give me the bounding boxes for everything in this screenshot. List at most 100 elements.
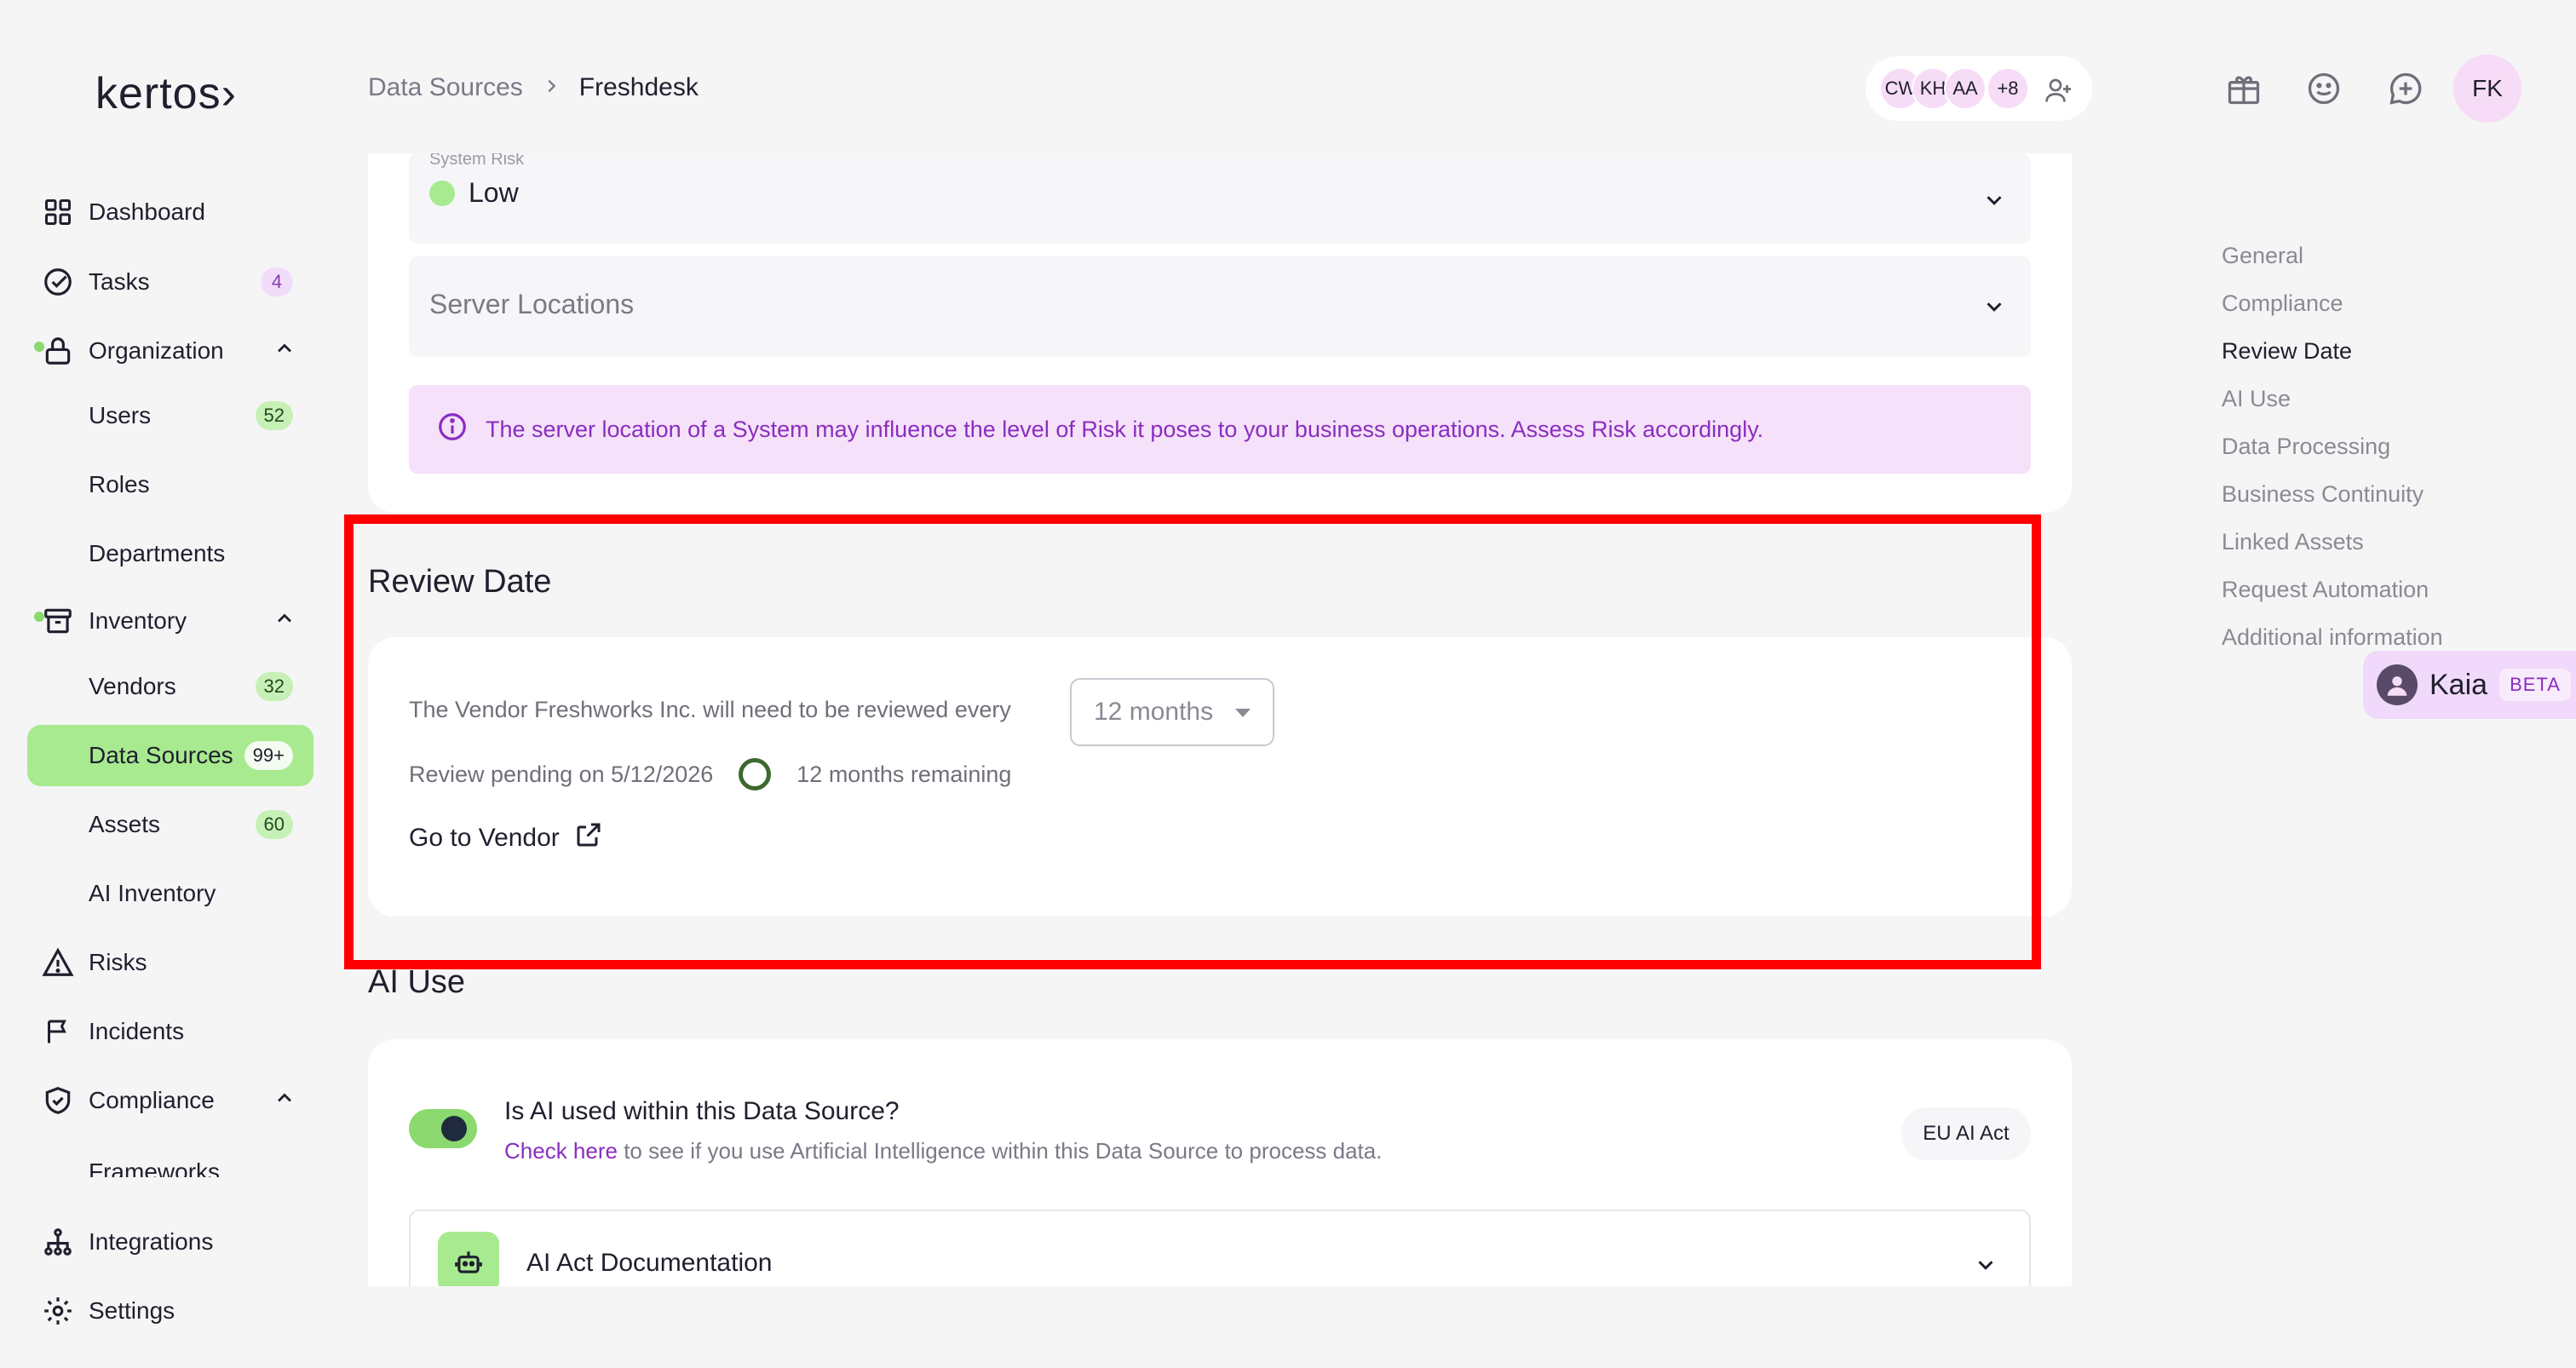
- sidebar-item-incidents[interactable]: Incidents: [27, 1001, 313, 1062]
- warning-triangle-icon: [27, 946, 89, 979]
- shield-check-icon: [27, 1084, 89, 1117]
- anchor-compliance[interactable]: Compliance: [2222, 279, 2443, 327]
- server-locations-select[interactable]: Server Locations: [409, 256, 2031, 357]
- sidebar-item-label: Tasks: [89, 268, 150, 295]
- info-banner-text: The server location of a System may infl…: [486, 416, 1764, 442]
- sidebar-item-label: AI Inventory: [89, 880, 216, 906]
- hierarchy-icon: [27, 1226, 89, 1258]
- gear-icon: [27, 1295, 89, 1327]
- check-here-link[interactable]: Check here: [504, 1138, 618, 1164]
- risk-level-dot: [429, 180, 455, 206]
- system-risk-label: System Risk: [429, 153, 525, 169]
- sidebar-item-users[interactable]: Users 52: [27, 385, 313, 446]
- toggle-knob: [441, 1116, 467, 1141]
- sidebar-item-label: Frameworks: [89, 1158, 221, 1177]
- avatar[interactable]: AA: [1944, 67, 1987, 110]
- sidebar-item-label: Departments: [89, 540, 226, 566]
- archive-box-icon: [27, 605, 89, 637]
- sidebar-item-label: Data Sources: [89, 742, 233, 768]
- breadcrumb-data-sources[interactable]: Data Sources: [368, 73, 523, 102]
- info-icon: [436, 411, 469, 449]
- lock-icon: [27, 335, 89, 367]
- chevron-up-icon[interactable]: [273, 606, 296, 636]
- sidebar-item-roles[interactable]: Roles: [27, 454, 313, 515]
- sidebar-item-compliance[interactable]: Compliance: [27, 1070, 313, 1131]
- risk-level-text: Low: [469, 177, 519, 208]
- sidebar-item-label: Incidents: [89, 1018, 185, 1044]
- kertos-logo[interactable]: kertos›: [95, 68, 237, 119]
- server-location-info-banner: The server location of a System may infl…: [409, 385, 2031, 474]
- eu-ai-act-pill[interactable]: EU AI Act: [1901, 1107, 2031, 1160]
- collaborators-more[interactable]: +8: [1987, 67, 2029, 110]
- chevron-up-icon[interactable]: [273, 1086, 296, 1116]
- chevron-right-icon: [542, 74, 561, 101]
- anchor-request-automation[interactable]: Request Automation: [2222, 566, 2443, 613]
- ai-act-documentation-label: AI Act Documentation: [526, 1249, 773, 1277]
- sidebar-item-tasks[interactable]: Tasks 4: [27, 251, 313, 313]
- system-risk-value: Low: [429, 177, 519, 209]
- sidebar-item-integrations[interactable]: Integrations: [27, 1211, 313, 1273]
- chat-plus-icon[interactable]: [2387, 70, 2424, 112]
- sidebar-item-vendors[interactable]: Vendors 32: [27, 656, 313, 717]
- assets-count-badge: 60: [255, 810, 293, 839]
- ai-used-toggle[interactable]: [409, 1109, 477, 1148]
- ai-used-question: Is AI used within this Data Source?: [504, 1097, 900, 1125]
- sidebar-item-assets[interactable]: Assets 60: [27, 794, 313, 855]
- server-locations-placeholder: Server Locations: [429, 289, 635, 319]
- sidebar-item-label: Compliance: [89, 1087, 215, 1113]
- anchor-business-continuity[interactable]: Business Continuity: [2222, 470, 2443, 518]
- kaia-assistant-button[interactable]: Kaia BETA: [2363, 651, 2576, 719]
- sidebar-item-organization[interactable]: Organization: [27, 320, 313, 382]
- tasks-count-badge: 4: [261, 267, 293, 296]
- sidebar-item-data-sources[interactable]: Data Sources 99+: [27, 725, 313, 786]
- gift-icon[interactable]: [2225, 70, 2263, 112]
- chevron-down-icon[interactable]: [1981, 294, 2007, 324]
- sidebar-item-dashboard[interactable]: Dashboard: [27, 181, 313, 243]
- dashboard-grid-icon: [27, 197, 89, 227]
- ai-used-subtext-rest: to see if you use Artificial Intelligenc…: [624, 1138, 1383, 1164]
- sidebar-item-label: Integrations: [89, 1228, 214, 1255]
- anchor-linked-assets[interactable]: Linked Assets: [2222, 518, 2443, 566]
- chevron-down-icon[interactable]: [1973, 1252, 1998, 1282]
- highlight-frame: [344, 514, 2041, 969]
- robot-icon: [438, 1232, 499, 1286]
- chevron-down-icon[interactable]: [1981, 187, 2007, 217]
- check-circle-icon: [27, 266, 89, 298]
- sidebar-item-label: Assets: [89, 811, 161, 837]
- sidebar: kertos› Dashboard Tasks 4 Organization U…: [0, 0, 332, 1368]
- anchor-ai-use[interactable]: AI Use: [2222, 375, 2443, 422]
- breadcrumb: Data Sources Freshdesk: [368, 73, 699, 102]
- anchor-general[interactable]: General: [2222, 232, 2443, 279]
- beta-badge: BETA: [2499, 669, 2571, 701]
- notification-dot: [34, 342, 44, 352]
- flag-icon: [27, 1016, 89, 1047]
- sidebar-item-label: Inventory: [89, 607, 187, 634]
- users-count-badge: 52: [255, 401, 293, 430]
- anchor-review-date[interactable]: Review Date: [2222, 327, 2443, 375]
- breadcrumb-current: Freshdesk: [578, 73, 699, 101]
- user-avatar[interactable]: FK: [2453, 55, 2521, 123]
- sidebar-item-frameworks[interactable]: Frameworks: [27, 1138, 313, 1177]
- sidebar-item-label: Dashboard: [89, 198, 205, 225]
- sidebar-item-inventory[interactable]: Inventory: [27, 590, 313, 652]
- risk-card: System Risk Low Server Locations The ser…: [368, 153, 2072, 513]
- sidebar-item-settings[interactable]: Settings: [27, 1280, 313, 1342]
- add-user-icon[interactable]: [2043, 75, 2073, 110]
- sidebar-item-label: Users: [89, 402, 152, 428]
- sidebar-item-departments[interactable]: Departments: [27, 523, 313, 584]
- sidebar-item-ai-inventory[interactable]: AI Inventory: [27, 863, 313, 924]
- chevron-up-icon[interactable]: [273, 336, 296, 366]
- anchor-data-processing[interactable]: Data Processing: [2222, 422, 2443, 470]
- kaia-name: Kaia: [2429, 668, 2488, 701]
- sidebar-item-risks[interactable]: Risks: [27, 932, 313, 993]
- smiley-icon[interactable]: [2305, 70, 2343, 112]
- collaborators-group[interactable]: CW KH AA +8: [1866, 56, 2092, 121]
- notification-dot: [34, 612, 44, 622]
- ai-used-subtext: Check here to see if you use Artificial …: [504, 1138, 1382, 1164]
- sidebar-item-label: Roles: [89, 471, 150, 497]
- ai-act-documentation-accordion[interactable]: AI Act Documentation: [409, 1210, 2031, 1286]
- kaia-avatar-icon: [2377, 664, 2418, 705]
- vendors-count-badge: 32: [255, 672, 293, 701]
- system-risk-select[interactable]: System Risk Low: [409, 153, 2031, 244]
- ai-use-title: AI Use: [368, 964, 466, 1000]
